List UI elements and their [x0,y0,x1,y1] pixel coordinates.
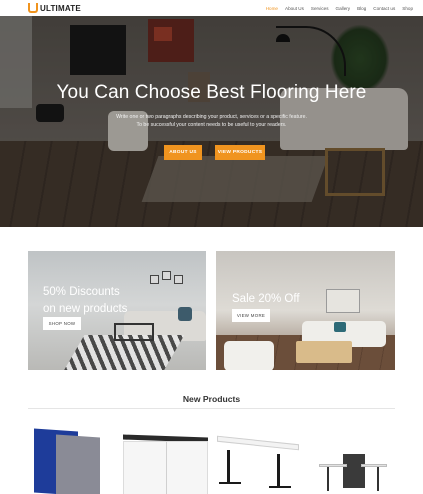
wall-frames-image [150,271,186,297]
hero-subtitle-line-1: Write one or two paragraphs describing y… [116,114,307,120]
frame-image [150,275,159,284]
hero-title: You Can Choose Best Flooring Here [56,82,367,103]
shop-now-button[interactable]: SHOP NOW [43,317,81,330]
brand-name: ULTIMATE [40,3,81,13]
view-products-button[interactable]: VIEW PRODUCTS [215,145,265,160]
desk-foot [219,482,241,484]
nav-item-home[interactable]: Home [266,6,278,11]
nav-item-gallery[interactable]: Gallery [336,6,351,11]
nav-item-services[interactable]: Services [311,6,329,11]
nav-item-shop[interactable]: Shop [402,6,413,11]
nav-item-blog[interactable]: Blog [357,6,366,11]
pillow-image [178,307,192,321]
desk-top [319,464,347,467]
promo-title: 50% Discounts on new products [43,284,153,318]
product-card[interactable] [307,420,395,494]
hero-buttons: ABOUT US VIEW PRODUCTS [0,145,423,160]
coffee-table-image [114,323,154,341]
desk-foot [269,486,291,488]
desk-leg [227,450,230,484]
divider-screen [343,454,365,488]
desk-top [217,435,299,451]
nav-item-contact-us[interactable]: Contact us [373,6,395,11]
desk-leg [277,454,280,488]
armchair-image [224,341,274,370]
logo-icon [28,3,38,13]
promo-card-discount[interactable]: 50% Discounts on new products SHOP NOW [28,251,206,370]
coffee-table-image [296,341,352,363]
brand-logo[interactable]: ULTIMATE [28,3,81,13]
desk-leg [327,467,329,491]
panel-grey [56,434,100,494]
product-card[interactable] [213,420,301,494]
desk-top [361,464,387,467]
desk-leg [377,467,379,491]
product-card[interactable] [28,420,116,494]
top-navbar: ULTIMATE Home About Us Services Gallery … [0,0,423,16]
nav-item-about-us[interactable]: About Us [285,6,304,11]
product-card[interactable] [120,420,208,494]
new-products-heading: New Products [182,394,241,404]
promo-card-sale[interactable]: Sale 20% Off VIEW MORE [216,251,395,370]
promo-title: Sale 20% Off [232,293,300,305]
about-us-button[interactable]: ABOUT US [164,145,202,160]
hero-banner: You Can Choose Best Flooring Here Write … [0,16,423,227]
view-more-button[interactable]: VIEW MORE [232,309,270,322]
frame-image [174,275,183,284]
cabinet-body [123,441,208,494]
section-divider [28,408,395,409]
hero-subtitle: Write one or two paragraphs describing y… [100,113,323,129]
wall-art-image [326,289,360,313]
hero-subtitle-line-2: To be successful your content needs to b… [136,122,287,128]
pillow-image [334,322,346,332]
promo-title-line-1: 50% Discounts [43,286,120,298]
frame-image [162,271,171,280]
main-menu: Home About Us Services Gallery Blog Cont… [266,6,413,11]
promo-title-line-2: on new products [43,303,128,315]
